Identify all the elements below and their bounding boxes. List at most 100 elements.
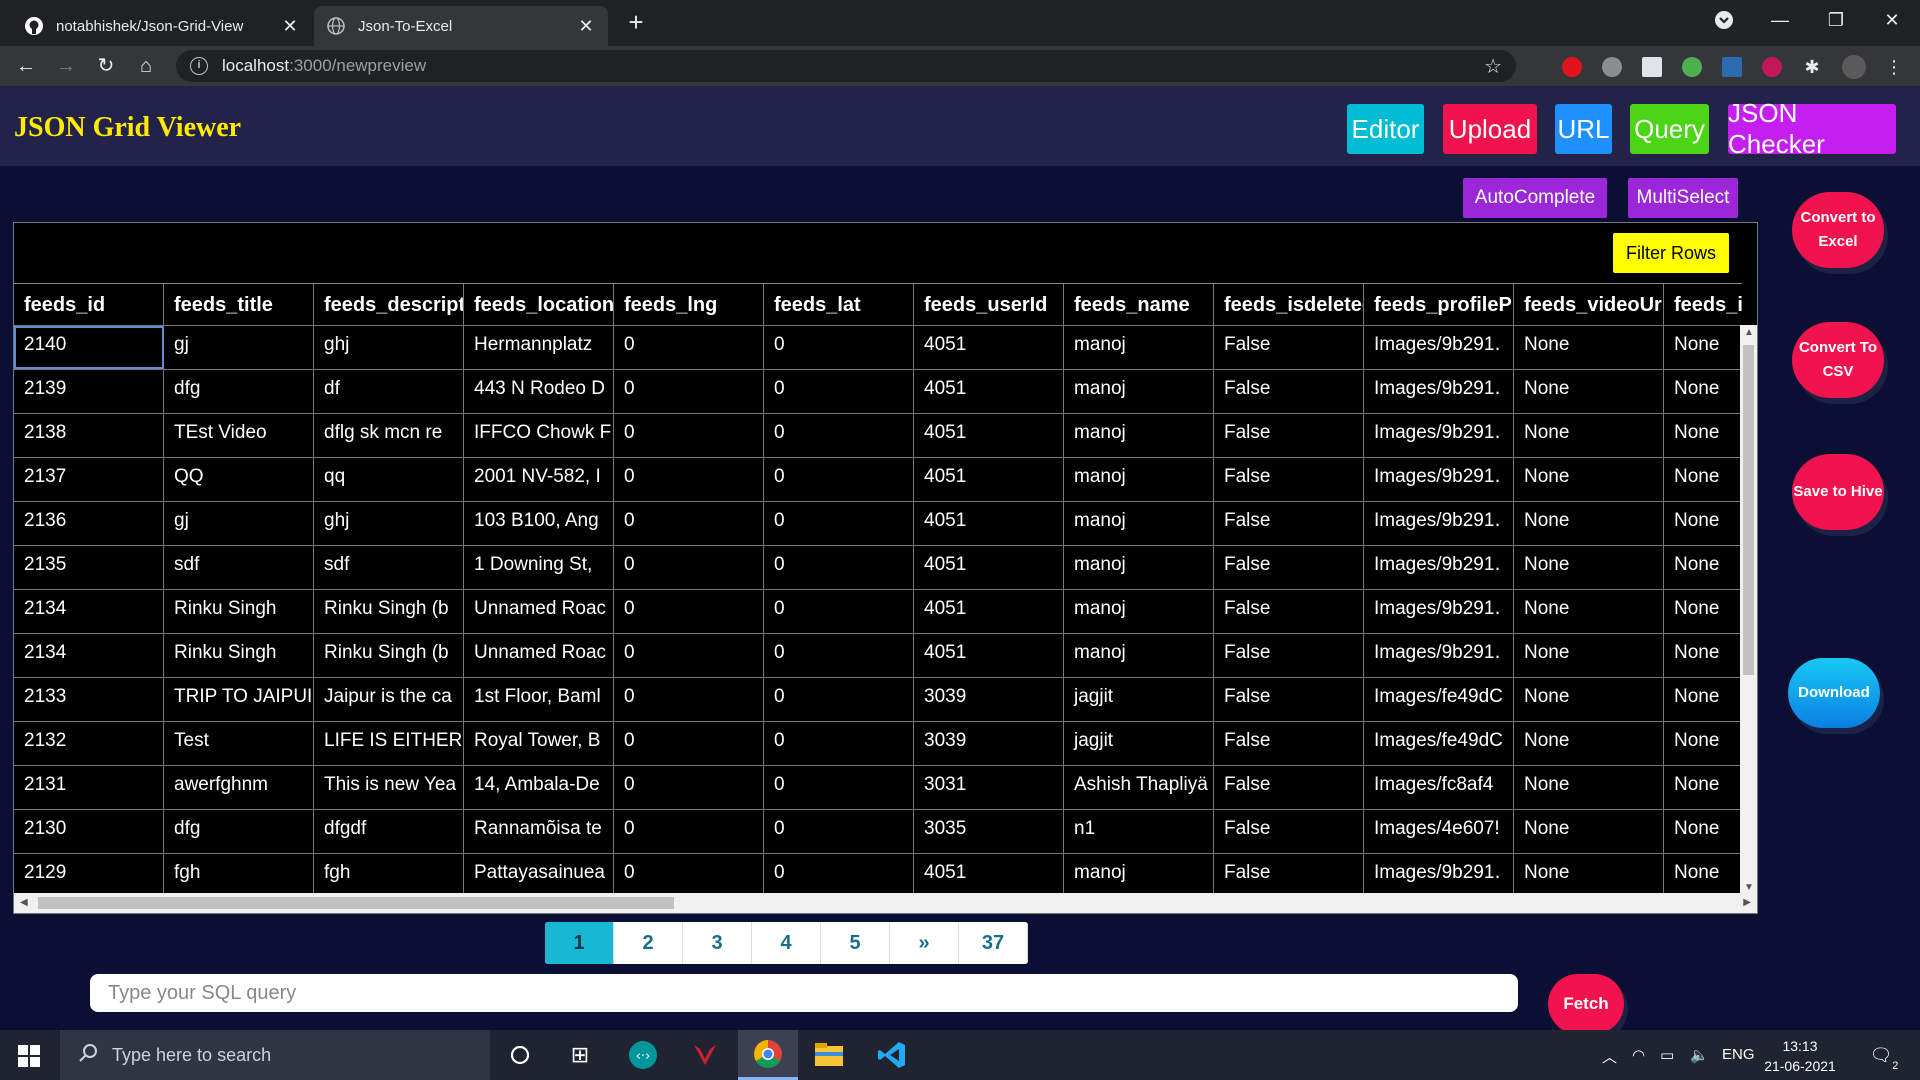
url-button[interactable]: URL xyxy=(1555,104,1612,154)
json-checker-button[interactable]: JSON Checker xyxy=(1728,98,1896,159)
table-cell[interactable]: None xyxy=(1664,678,1742,721)
table-cell[interactable]: Images/4e607! xyxy=(1364,810,1514,853)
close-tab-icon[interactable]: ✕ xyxy=(576,16,596,37)
table-row[interactable]: 2129 fgh fgh Pattayasainuea 0 0 4051 manoj False… xyxy=(14,853,1742,895)
table-cell[interactable]: 0 xyxy=(614,414,764,457)
table-cell[interactable]: 0 xyxy=(764,370,914,413)
table-cell[interactable]: None xyxy=(1664,502,1742,545)
column-header-feeds-isdeletec[interactable]: feeds_isdeletec xyxy=(1214,284,1364,325)
table-cell[interactable]: 2139 xyxy=(14,370,164,413)
tab-search-icon[interactable] xyxy=(1696,0,1752,40)
table-cell[interactable]: LIFE IS EITHER xyxy=(314,722,464,765)
table-cell[interactable]: Rinku Singh (b xyxy=(314,634,464,677)
table-cell[interactable]: None xyxy=(1664,546,1742,589)
table-cell[interactable]: None xyxy=(1664,326,1742,369)
table-row[interactable]: 2132 Test LIFE IS EITHER Royal Tower, B 0 0 30… xyxy=(14,721,1742,765)
pagination-page-button[interactable]: 3 xyxy=(683,922,752,964)
minimize-icon[interactable]: — xyxy=(1752,0,1808,40)
system-clock[interactable]: 13:13 21-06-2021 xyxy=(1755,1036,1845,1076)
extension-icon[interactable] xyxy=(1642,57,1662,77)
table-cell[interactable]: 0 xyxy=(614,590,764,633)
table-cell[interactable]: 443 N Rodeo D xyxy=(464,370,614,413)
table-cell[interactable]: Ashish Thapliyä xyxy=(1064,766,1214,809)
column-header-feeds-i[interactable]: feeds_i xyxy=(1664,284,1742,325)
table-row[interactable]: 2136 gj ghj 103 B100, Ang 0 0 4051 manoj False Im… xyxy=(14,501,1742,545)
table-cell[interactable]: Rannamõisa te xyxy=(464,810,614,853)
table-cell[interactable]: False xyxy=(1214,634,1364,677)
table-cell[interactable]: 2135 xyxy=(14,546,164,589)
extension-icon[interactable] xyxy=(1602,57,1622,77)
table-cell[interactable]: manoj xyxy=(1064,370,1214,413)
convert-to-csv-button[interactable]: Convert To CSV xyxy=(1792,322,1884,398)
table-cell[interactable]: 0 xyxy=(614,678,764,721)
table-cell[interactable]: 0 xyxy=(764,854,914,895)
table-cell[interactable]: manoj xyxy=(1064,634,1214,677)
task-view-icon[interactable]: ⊞ xyxy=(563,1038,597,1072)
home-icon[interactable]: ⌂ xyxy=(132,52,160,80)
table-cell[interactable]: None xyxy=(1664,370,1742,413)
puzzle-extensions-icon[interactable]: ✱ xyxy=(1802,57,1822,77)
close-tab-icon[interactable]: ✕ xyxy=(280,16,300,37)
table-cell[interactable]: 0 xyxy=(614,766,764,809)
table-row[interactable]: 2133 TRIP TO JAIPUI Jaipur is the ca 1st Fl… xyxy=(14,677,1742,721)
table-cell[interactable]: manoj xyxy=(1064,546,1214,589)
table-cell[interactable]: Images/9b291․ xyxy=(1364,854,1514,895)
table-cell[interactable]: 0 xyxy=(764,722,914,765)
table-cell[interactable]: Images/9b291․ xyxy=(1364,326,1514,369)
table-cell[interactable]: False xyxy=(1214,854,1364,895)
table-cell[interactable]: 2132 xyxy=(14,722,164,765)
table-cell[interactable]: False xyxy=(1214,810,1364,853)
scroll-right-icon[interactable]: ▶ xyxy=(1743,897,1751,908)
table-row[interactable]: 2135 sdf sdf 1 Downing St, 0 0 4051 manoj False… xyxy=(14,545,1742,589)
table-cell[interactable]: 0 xyxy=(614,722,764,765)
autocomplete-button[interactable]: AutoComplete xyxy=(1463,178,1607,218)
table-cell[interactable]: dfg xyxy=(164,370,314,413)
sql-query-input[interactable]: Type your SQL query xyxy=(90,974,1518,1012)
table-cell[interactable]: Hermannplatz xyxy=(464,326,614,369)
forward-icon[interactable]: → xyxy=(52,52,80,80)
table-cell[interactable]: 3031 xyxy=(914,766,1064,809)
notifications-icon[interactable]: 🗨 2 xyxy=(1864,1038,1899,1072)
table-cell[interactable]: None xyxy=(1664,722,1742,765)
save-to-hive-button[interactable]: Save to Hive xyxy=(1792,454,1884,530)
table-cell[interactable]: jagjit xyxy=(1064,722,1214,765)
column-header-feeds-location[interactable]: feeds_location xyxy=(464,284,614,325)
table-cell[interactable]: Images/fc8af4 xyxy=(1364,766,1514,809)
fetch-button[interactable]: Fetch xyxy=(1548,974,1624,1034)
table-cell[interactable]: None xyxy=(1664,766,1742,809)
table-cell[interactable]: None xyxy=(1664,590,1742,633)
table-cell[interactable]: 0 xyxy=(614,634,764,677)
table-cell[interactable]: False xyxy=(1214,766,1364,809)
table-cell[interactable]: ghj xyxy=(314,502,464,545)
column-header-feeds-title[interactable]: feeds_title xyxy=(164,284,314,325)
table-cell[interactable]: TRIP TO JAIPUI xyxy=(164,678,314,721)
download-button[interactable]: Download xyxy=(1788,658,1880,728)
table-cell[interactable]: jagjit xyxy=(1064,678,1214,721)
table-cell[interactable]: 2129 xyxy=(14,854,164,895)
table-cell[interactable]: None xyxy=(1514,678,1664,721)
table-cell[interactable]: 0 xyxy=(764,458,914,501)
table-row[interactable]: 2131 awerfghnm This is new Yea 14, Ambala-D… xyxy=(14,765,1742,809)
table-cell[interactable]: None xyxy=(1514,810,1664,853)
table-cell[interactable]: 0 xyxy=(614,370,764,413)
table-cell[interactable]: None xyxy=(1514,590,1664,633)
back-icon[interactable]: ← xyxy=(12,52,40,80)
table-cell[interactable]: False xyxy=(1214,590,1364,633)
editor-button[interactable]: Editor xyxy=(1347,104,1424,154)
table-cell[interactable]: None xyxy=(1514,458,1664,501)
scroll-left-icon[interactable]: ◀ xyxy=(20,897,28,908)
table-cell[interactable]: TEst Video xyxy=(164,414,314,457)
table-cell[interactable]: 0 xyxy=(614,810,764,853)
restore-icon[interactable]: ❐ xyxy=(1808,0,1864,40)
bookmark-star-icon[interactable]: ☆ xyxy=(1484,54,1502,79)
battery-icon[interactable]: ▭ xyxy=(1660,1046,1674,1064)
table-cell[interactable]: sdf xyxy=(314,546,464,589)
column-header-feeds-profilepi[interactable]: feeds_profilePi xyxy=(1364,284,1514,325)
pagination-page-button[interactable]: 4 xyxy=(752,922,821,964)
scroll-up-icon[interactable]: ▲ xyxy=(1744,327,1754,338)
table-cell[interactable]: False xyxy=(1214,414,1364,457)
table-cell[interactable]: QQ xyxy=(164,458,314,501)
table-cell[interactable]: 2133 xyxy=(14,678,164,721)
table-cell[interactable]: awerfghnm xyxy=(164,766,314,809)
cortana-icon[interactable] xyxy=(503,1038,537,1072)
